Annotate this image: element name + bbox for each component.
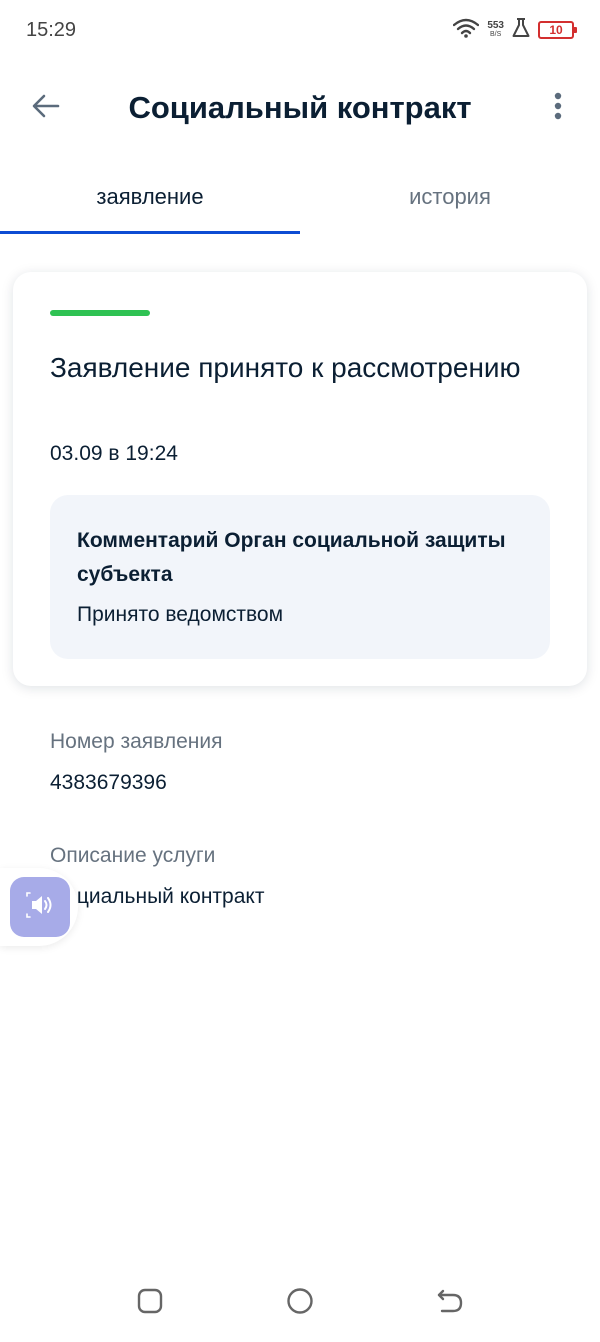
wifi-icon <box>453 18 480 43</box>
status-time: 15:29 <box>26 19 77 41</box>
status-icons: 553 B/S 10 <box>453 16 577 44</box>
battery-level: 10 <box>549 23 563 37</box>
status-bar: 15:29 553 B/S 10 <box>0 0 600 60</box>
app-bar: Социальный контракт <box>0 70 600 146</box>
tab-history[interactable]: история <box>300 160 600 234</box>
more-menu-button[interactable] <box>536 86 580 130</box>
screen: 15:29 553 B/S 10 Социальный контракт зая… <box>0 0 600 1342</box>
application-number-value: 4383679396 <box>50 771 167 794</box>
page-title: Социальный контракт <box>128 90 472 125</box>
system-nav-bar <box>0 1264 600 1342</box>
comment-text: Принято ведомством <box>77 603 284 626</box>
accessibility-button[interactable] <box>10 877 70 937</box>
service-description-label: Описание услуги <box>50 844 216 867</box>
network-speed: 553 B/S <box>487 21 504 39</box>
return-icon <box>436 1288 464 1319</box>
tab-bar: заявление история <box>0 160 600 234</box>
network-speed-unit: B/S <box>490 31 502 38</box>
comment-box: Комментарий Орган социальной защиты субъ… <box>50 495 550 659</box>
battery-icon: 10 <box>538 21 577 39</box>
status-date: 03.09 в 19:24 <box>50 442 178 465</box>
flask-icon <box>512 17 530 43</box>
speaker-icon <box>25 891 55 923</box>
circle-icon <box>286 1287 314 1320</box>
system-back-button[interactable] <box>425 1278 475 1328</box>
status-card: Заявление принято к рассмотрению 03.09 в… <box>13 272 587 686</box>
home-button[interactable] <box>275 1278 325 1328</box>
recent-apps-button[interactable] <box>125 1278 175 1328</box>
more-vertical-icon <box>554 92 562 125</box>
service-description-value: Социальный контракт <box>50 885 265 908</box>
network-speed-value: 553 <box>487 20 504 31</box>
tab-application[interactable]: заявление <box>0 160 300 234</box>
status-indicator <box>50 310 150 316</box>
status-title: Заявление принято к рассмотрению <box>50 352 521 383</box>
square-icon <box>137 1288 163 1319</box>
application-number-label: Номер заявления <box>50 730 223 753</box>
comment-title: Комментарий Орган социальной защиты субъ… <box>77 529 506 586</box>
